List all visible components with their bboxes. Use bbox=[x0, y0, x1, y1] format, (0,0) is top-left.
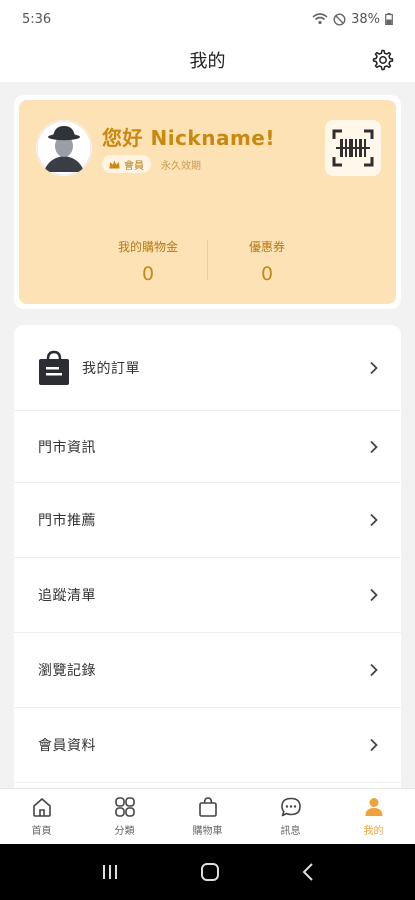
tab-cart[interactable]: 購物車 bbox=[166, 789, 249, 844]
stat-label: 優惠券 bbox=[248, 240, 285, 254]
status-indicators: 38% bbox=[312, 12, 393, 27]
menu-item-orders[interactable]: 我的訂單 bbox=[14, 325, 401, 411]
tab-label: 購物車 bbox=[192, 826, 223, 837]
member-card: 您好 Nickname! 會員 永久效期 我的購物金 0 優惠券 0 bbox=[19, 100, 396, 304]
page-title: 我的 bbox=[189, 51, 226, 72]
tab-profile[interactable]: 我的 bbox=[332, 789, 415, 844]
menu-item-label: 門市資訊 bbox=[38, 439, 96, 456]
bottom-tab-bar: 首頁 分類 購物車 訊息 我的 bbox=[0, 788, 415, 844]
settings-button[interactable] bbox=[369, 46, 397, 74]
avatar[interactable] bbox=[36, 120, 92, 176]
member-barcode-button[interactable] bbox=[325, 120, 381, 176]
stat-coupons[interactable]: 優惠券 0 bbox=[202, 238, 332, 285]
menu-item-browse-history[interactable]: 瀏覽記錄 bbox=[14, 633, 401, 708]
chevron-right-icon bbox=[370, 513, 378, 527]
crown-icon bbox=[109, 160, 120, 168]
status-time: 5:36 bbox=[22, 11, 52, 27]
battery-icon bbox=[385, 13, 393, 25]
back-icon[interactable] bbox=[301, 862, 315, 882]
recent-apps-icon[interactable] bbox=[100, 863, 120, 881]
shopping-bag-icon bbox=[39, 350, 69, 385]
tab-label: 首頁 bbox=[31, 826, 52, 837]
member-validity: 永久效期 bbox=[161, 160, 201, 172]
system-navigation-bar bbox=[0, 844, 415, 900]
battery-percent: 38% bbox=[351, 11, 380, 27]
chevron-right-icon bbox=[370, 440, 378, 453]
member-level-badge: 會員 bbox=[102, 155, 151, 173]
greeting-text: 您好 Nickname! bbox=[102, 126, 275, 150]
stat-label: 我的購物金 bbox=[117, 240, 178, 254]
menu-item-label: 追蹤清單 bbox=[38, 588, 96, 604]
app-header: 我的 bbox=[0, 38, 415, 82]
do-not-disturb-icon bbox=[333, 12, 346, 26]
stat-value: 0 bbox=[141, 263, 155, 285]
member-badge-row: 會員 永久效期 bbox=[102, 155, 201, 173]
tab-label: 訊息 bbox=[280, 826, 301, 837]
avatar-silhouette-icon bbox=[36, 120, 92, 176]
menu-item-store-info[interactable]: 門市資訊 bbox=[14, 411, 401, 483]
message-icon bbox=[280, 797, 301, 817]
chevron-right-icon bbox=[370, 738, 378, 752]
tab-messages[interactable]: 訊息 bbox=[249, 789, 332, 844]
menu-item-label: 我的訂單 bbox=[82, 360, 140, 377]
gear-icon bbox=[372, 49, 394, 71]
stat-shopping-credit[interactable]: 我的購物金 0 bbox=[83, 238, 213, 285]
chevron-right-icon bbox=[370, 361, 378, 374]
wifi-icon bbox=[312, 13, 328, 25]
tab-label: 我的 bbox=[363, 826, 384, 837]
home-button-icon[interactable] bbox=[199, 861, 221, 883]
menu-item-label: 瀏覽記錄 bbox=[38, 663, 96, 679]
tab-category[interactable]: 分類 bbox=[83, 789, 166, 844]
chevron-right-icon bbox=[370, 588, 378, 602]
menu-list: 我的訂單 門市資訊 門市推薦 追蹤清單 瀏覽記錄 會員資料 bbox=[14, 325, 401, 795]
person-icon bbox=[365, 798, 382, 816]
category-icon bbox=[114, 797, 135, 817]
menu-item-label: 門市推薦 bbox=[38, 513, 96, 529]
stat-value: 0 bbox=[260, 263, 274, 285]
menu-item-store-recommend[interactable]: 門市推薦 bbox=[14, 483, 401, 558]
menu-item-member-profile[interactable]: 會員資料 bbox=[14, 708, 401, 783]
menu-item-label: 會員資料 bbox=[38, 738, 96, 754]
barcode-scan-icon bbox=[332, 129, 374, 167]
tab-home[interactable]: 首頁 bbox=[0, 789, 83, 844]
menu-item-wishlist[interactable]: 追蹤清單 bbox=[14, 558, 401, 633]
chevron-right-icon bbox=[370, 663, 378, 677]
member-section: 您好 Nickname! 會員 永久效期 我的購物金 0 優惠券 0 bbox=[14, 95, 401, 309]
home-icon bbox=[32, 798, 51, 817]
status-bar: 5:36 38% bbox=[0, 0, 415, 38]
member-level-label: 會員 bbox=[124, 160, 144, 172]
tab-label: 分類 bbox=[114, 826, 135, 837]
cart-icon bbox=[198, 797, 217, 817]
